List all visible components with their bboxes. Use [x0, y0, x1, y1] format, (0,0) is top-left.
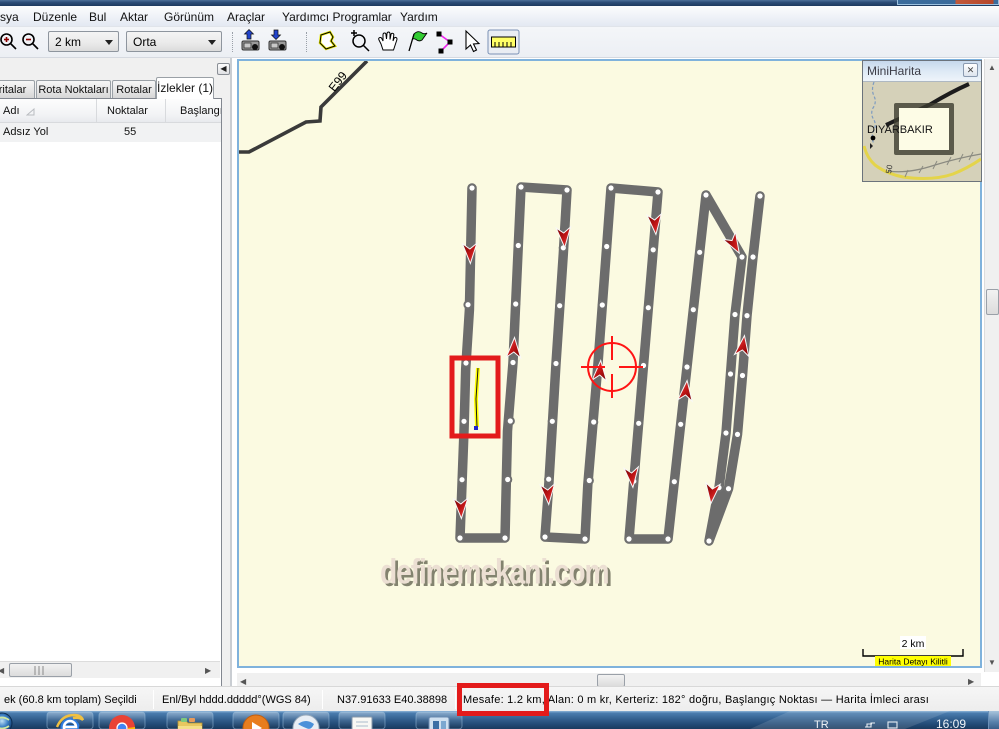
svg-text:E99: E99	[326, 69, 350, 95]
svg-text:DIYARBAKIR: DIYARBAKIR	[867, 124, 933, 136]
svg-text:2 km: 2 km	[902, 638, 925, 650]
svg-text:Harita Detayı Kilitli: Harita Detayı Kilitli	[878, 657, 948, 667]
svg-text:definemekani.com: definemekani.com	[380, 551, 609, 591]
